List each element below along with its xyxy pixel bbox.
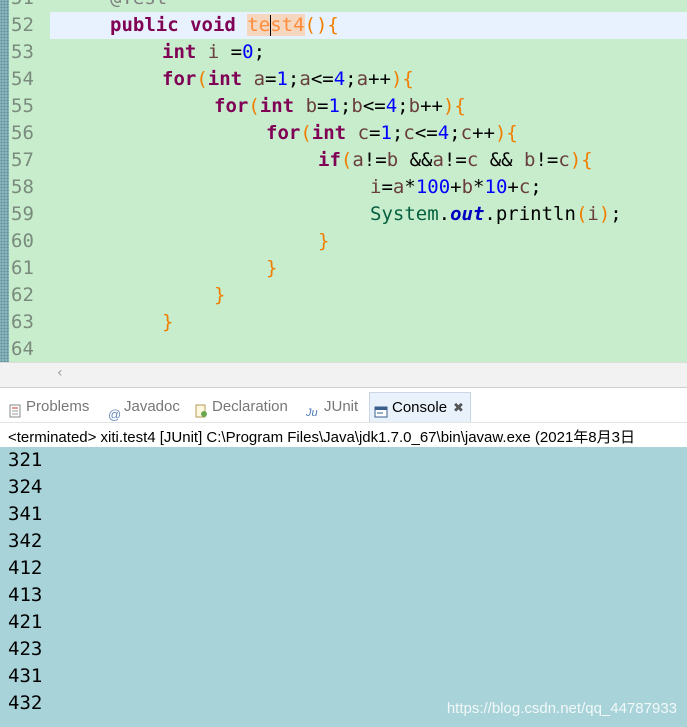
svg-text:Ju: Ju	[306, 407, 318, 418]
junit-icon: Ju	[305, 399, 320, 419]
line-number: 60	[11, 230, 34, 252]
code-line: }	[162, 311, 174, 333]
console-output-line: 342	[8, 530, 43, 552]
line-number: 62	[11, 284, 34, 306]
tab-label: Problems	[26, 398, 90, 415]
line-number: 52	[11, 14, 34, 36]
tab-problems[interactable]: Problems	[8, 392, 89, 422]
code-line: }	[318, 230, 330, 252]
watermark: https://blog.csdn.net/qq_44787933	[446, 700, 677, 717]
console-output[interactable]: 321 324 341 342 412 413 421 423 431 432 …	[0, 447, 687, 727]
line-number: 51	[11, 0, 49, 12]
line-number: 53	[11, 41, 34, 63]
method-signature-suffix: (){	[304, 14, 339, 36]
method-name[interactable]: test4	[247, 14, 305, 36]
code-line: for(int b=1;b<=4;b++){	[214, 95, 466, 117]
code-line-method-signature: public void test4(){	[58, 12, 339, 39]
editor-horizontal-scrollbar[interactable]: ‹	[0, 362, 687, 388]
line-number: 61	[11, 257, 34, 279]
tab-label: Declaration	[212, 398, 288, 415]
console-output-line: 432	[8, 692, 43, 714]
code-line: }	[266, 257, 278, 279]
tab-label: JUnit	[324, 398, 359, 415]
console-output-line: 324	[8, 476, 43, 498]
console-output-line: 431	[8, 665, 43, 687]
method-modifiers: public void	[110, 14, 236, 36]
method-name-text: test4	[247, 14, 305, 36]
code-line: if(a!=b &&a!=c && b!=c){	[318, 149, 593, 171]
line-number: 54	[11, 68, 34, 90]
at-sign-icon: @	[108, 407, 122, 423]
line-number: 59	[11, 203, 34, 225]
problems-icon	[8, 399, 22, 418]
console-status-text: <terminated> xiti.test4 [JUnit] C:\Progr…	[8, 429, 635, 446]
code-line: int i =0;	[162, 41, 266, 63]
line-number: 55	[11, 95, 34, 117]
line-number: 56	[11, 122, 34, 144]
code-line: for(int a=1;a<=4;a++){	[162, 68, 414, 90]
tab-declaration[interactable]: Declaration	[194, 392, 288, 422]
declaration-icon	[194, 399, 208, 418]
console-output-line: 412	[8, 557, 43, 579]
view-tab-bar: Problems @ Javadoc Declaration Ju JUnit C…	[0, 392, 687, 422]
scroll-left-arrow-icon[interactable]: ‹	[57, 365, 63, 381]
console-output-line: 421	[8, 611, 43, 633]
code-line-annotation: @Test	[58, 0, 167, 12]
line-number: 57	[11, 149, 34, 171]
tab-label: Javadoc	[124, 398, 180, 415]
console-icon	[374, 400, 388, 418]
editor-ruler	[0, 0, 9, 362]
line-number: 58	[11, 176, 34, 198]
code-line: i=a*100+b*10+c;	[370, 176, 542, 198]
tab-label: Console	[392, 399, 448, 416]
console-output-line: 423	[8, 638, 43, 660]
code-line: for(int c=1;c<=4;c++){	[266, 122, 518, 144]
text-caret	[270, 15, 272, 36]
code-line: System.out.println(i);	[370, 203, 622, 225]
tab-javadoc[interactable]: @ Javadoc	[108, 392, 180, 422]
code-line: }	[214, 284, 226, 306]
line-number: 63	[11, 311, 34, 333]
tab-junit[interactable]: Ju JUnit	[305, 392, 359, 422]
tab-console[interactable]: Console ✖	[369, 392, 471, 422]
console-output-line: 341	[8, 503, 43, 525]
console-status-line: <terminated> xiti.test4 [JUnit] C:\Progr…	[0, 422, 687, 448]
annotation-text: @Test	[110, 0, 167, 9]
console-output-line: 321	[8, 449, 43, 471]
console-output-line: 413	[8, 584, 43, 606]
code-editor[interactable]: 51 52 53 54 55 56 57 58 59 60 61 62 63 6…	[0, 0, 687, 362]
line-number: 64	[11, 338, 34, 360]
close-icon[interactable]: ✖	[453, 393, 464, 423]
